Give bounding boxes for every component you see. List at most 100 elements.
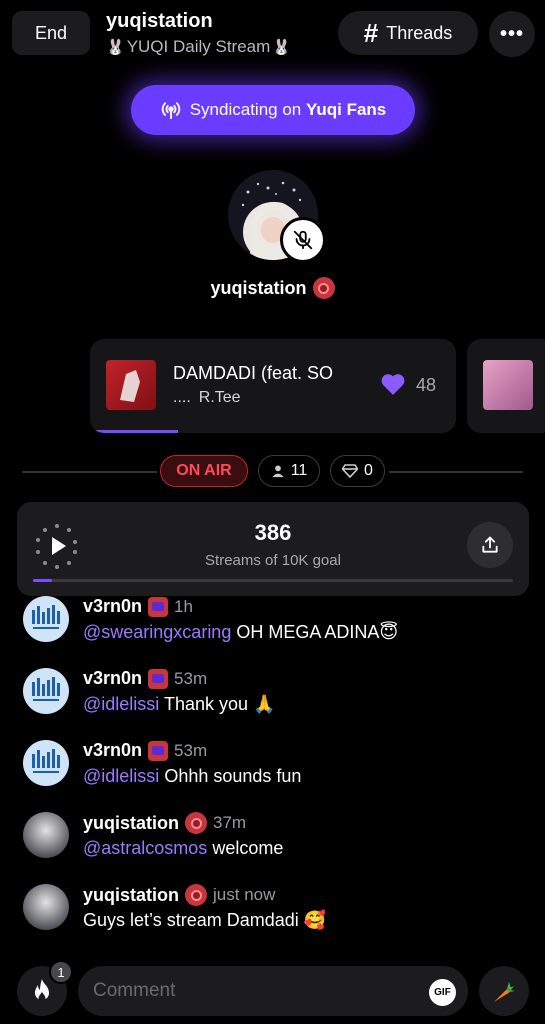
person-icon: [272, 465, 284, 478]
song-artist-row: .... R.Tee: [173, 389, 241, 407]
mention-link[interactable]: @idlelissi: [83, 766, 159, 786]
notification-count-badge: 1: [49, 960, 73, 984]
avatar[interactable]: [23, 812, 69, 858]
goal-label: Streams of 10K goal: [205, 552, 341, 569]
like-count: 48: [416, 375, 437, 395]
comment-message: Ohhh sounds fun: [164, 766, 302, 786]
carrot-gift-button[interactable]: [479, 966, 529, 1016]
mention-link[interactable]: @astralcosmos: [83, 838, 207, 858]
mention-link[interactable]: @idlelissi: [83, 694, 159, 714]
song-progress-bar: [90, 430, 178, 433]
fire-icon: [35, 979, 49, 1002]
comment-time: 37m: [213, 813, 247, 832]
comment-header: v3rn0n 53m: [83, 740, 207, 761]
avatar[interactable]: [23, 668, 69, 714]
comment-item: v3rn0n 53m @idlelissi Thank you 🙏: [0, 668, 545, 728]
goal-progress-fill: [33, 579, 53, 582]
comment-time: 53m: [174, 740, 208, 760]
comment-message: OH MEGA ADINA😇: [236, 622, 399, 642]
album-art: [106, 360, 156, 410]
syndicating-prefix: Syndicating on: [189, 100, 306, 119]
comment-header: v3rn0n 1h: [83, 596, 193, 617]
comment-text: @idlelissi Thank you 🙏: [83, 694, 275, 715]
share-icon: [482, 536, 498, 553]
mention-link[interactable]: @swearingxcaring: [83, 622, 231, 642]
status-row: ON AIR 11 0: [0, 455, 545, 489]
comment-time: 53m: [174, 668, 208, 688]
threads-button[interactable]: # Threads: [338, 11, 478, 55]
station-name: yuqistation: [106, 10, 213, 32]
host-name: yuqistation: [210, 277, 307, 298]
comment-input[interactable]: [78, 966, 468, 1016]
stream-goal-card: 386 Streams of 10K goal: [17, 502, 529, 596]
gem-count-pill[interactable]: 0: [330, 455, 385, 487]
now-playing-card[interactable]: DAMDADI (feat. SO .... R.Tee 48: [90, 339, 456, 433]
comment-item: v3rn0n 53m @idlelissi Ohhh sounds fun: [0, 740, 545, 800]
equalizer-icon: ....: [173, 389, 191, 406]
avatar[interactable]: [23, 884, 69, 930]
comment-username[interactable]: yuqistation: [83, 885, 179, 906]
comment-header: yuqistation just now: [83, 884, 275, 906]
end-button[interactable]: End: [12, 11, 90, 55]
heart-icon[interactable]: [380, 372, 406, 396]
comment-header: yuqistation 37m: [83, 812, 246, 834]
comment-username[interactable]: yuqistation: [83, 813, 179, 834]
comment-composer: 1 GIF: [0, 960, 545, 1024]
creator-badge-icon: [312, 277, 335, 299]
comment-header: v3rn0n 53m: [83, 668, 207, 689]
syndicating-target: Yuqi Fans: [305, 100, 387, 119]
broadcast-icon: [161, 102, 180, 120]
comment-username[interactable]: v3rn0n: [83, 596, 142, 617]
carrot-icon: [494, 982, 515, 1002]
host-name-row: yuqistation: [0, 277, 545, 299]
top-bar: End yuqistation 🐰 YUQI Daily Stream 🐰 # …: [0, 0, 545, 70]
share-button[interactable]: [467, 522, 513, 568]
avatar[interactable]: [23, 596, 69, 642]
comment-item: v3rn0n 1h @swearingxcaring OH MEGA ADINA…: [0, 596, 545, 656]
syndicating-button[interactable]: Syndicating on Yuqi Fans: [131, 85, 415, 135]
rabbit-icon: 🐰: [106, 39, 125, 56]
comment-username[interactable]: v3rn0n: [83, 668, 142, 689]
comment-message: welcome: [212, 838, 284, 858]
comment-text: @astralcosmos welcome: [83, 838, 283, 859]
listener-count: 11: [290, 462, 308, 479]
creator-badge-icon: [185, 884, 208, 906]
song-title: DAMDADI (feat. SO: [173, 363, 334, 383]
divider: [22, 471, 157, 473]
stream-title-text: YUQI Daily Stream: [126, 37, 271, 56]
comment-text: Guys let’s stream Damdadi 🥰: [83, 910, 326, 931]
goal-progress-bar: [33, 579, 513, 582]
comment-text: @swearingxcaring OH MEGA ADINA😇: [83, 622, 398, 643]
rabbit-icon: 🐰: [272, 39, 291, 56]
creator-badge-icon: [185, 812, 208, 834]
comment-message: Thank you 🙏: [163, 694, 276, 714]
album-art: [483, 360, 533, 410]
more-options-button[interactable]: •••: [489, 11, 535, 57]
comment-item: yuqistation 37m @astralcosmos welcome: [0, 812, 545, 872]
diamond-icon: [342, 464, 359, 478]
gem-count: 0: [364, 462, 373, 479]
hashtag-icon: #: [363, 18, 379, 48]
syndicating-text: Syndicating on Yuqi Fans: [190, 100, 387, 120]
moderator-badge-icon: [148, 668, 169, 689]
divider: [389, 471, 523, 473]
muted-mic-badge: [280, 217, 326, 263]
on-air-badge: ON AIR: [160, 455, 248, 487]
stream-title: 🐰 YUQI Daily Stream 🐰: [106, 37, 291, 57]
moderator-badge-icon: [148, 596, 169, 617]
avatar[interactable]: [23, 740, 69, 786]
next-song-card[interactable]: [467, 339, 545, 433]
threads-label: Threads: [386, 22, 453, 43]
song-artist: R.Tee: [198, 389, 241, 406]
mic-off-icon: [293, 230, 313, 250]
comment-message: Guys let’s stream Damdadi 🥰: [83, 910, 327, 930]
comment-username[interactable]: v3rn0n: [83, 740, 142, 761]
gif-button[interactable]: GIF: [429, 979, 456, 1006]
comment-text: @idlelissi Ohhh sounds fun: [83, 766, 301, 787]
moderator-badge-icon: [148, 740, 169, 761]
comment-time: just now: [213, 885, 276, 904]
goal-count: 386: [254, 520, 292, 545]
listener-count-pill[interactable]: 11: [258, 455, 320, 487]
comment-time: 1h: [174, 596, 193, 616]
comment-item: yuqistation just now Guys let’s stream D…: [0, 884, 545, 944]
